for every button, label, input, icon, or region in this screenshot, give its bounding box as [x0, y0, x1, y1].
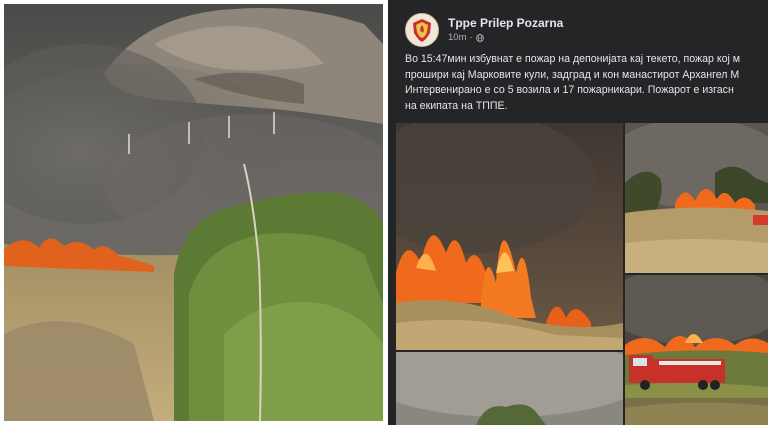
globe-icon	[475, 33, 484, 42]
post-meta: 10m ·	[448, 31, 563, 44]
fire-brigade-logo-icon	[413, 19, 431, 42]
post-photo-smoke[interactable]	[396, 352, 623, 425]
wildfire-photo-image	[4, 4, 383, 421]
post-photo-fire-line[interactable]	[625, 123, 768, 273]
post-photo-partial[interactable]	[625, 398, 768, 425]
post-message-line: Интервенирано е со 5 возила и 17 пожарни…	[405, 84, 734, 96]
post-message-line: прошири кај Марковите кули, задград и ко…	[405, 68, 740, 81]
post-photo-flames[interactable]	[396, 123, 623, 350]
post-photo-fire-line-image	[625, 123, 768, 273]
facebook-post: Tppe Prilep Pozarna 10m · Во 15:47мин из…	[388, 0, 768, 425]
page-name-link[interactable]: Tppe Prilep Pozarna	[448, 16, 563, 31]
meta-separator: ·	[469, 32, 473, 43]
page-avatar[interactable]	[405, 13, 439, 47]
wildfire-photo	[4, 4, 383, 421]
post-photo-smoke-image	[396, 352, 623, 425]
post-photo-partial-image	[625, 398, 768, 425]
post-message-line: Во 15:47мин избувнат е пожар на депонија…	[405, 53, 741, 65]
post-timestamp[interactable]: 10m	[448, 31, 466, 44]
post-photo-flames-image	[396, 123, 623, 350]
post-header: Tppe Prilep Pozarna 10m ·	[405, 12, 563, 48]
post-message-line: на екипата на ТППЕ.	[405, 99, 508, 112]
post-message: Во 15:47мин избувнат е пожар на депонија…	[405, 52, 768, 114]
